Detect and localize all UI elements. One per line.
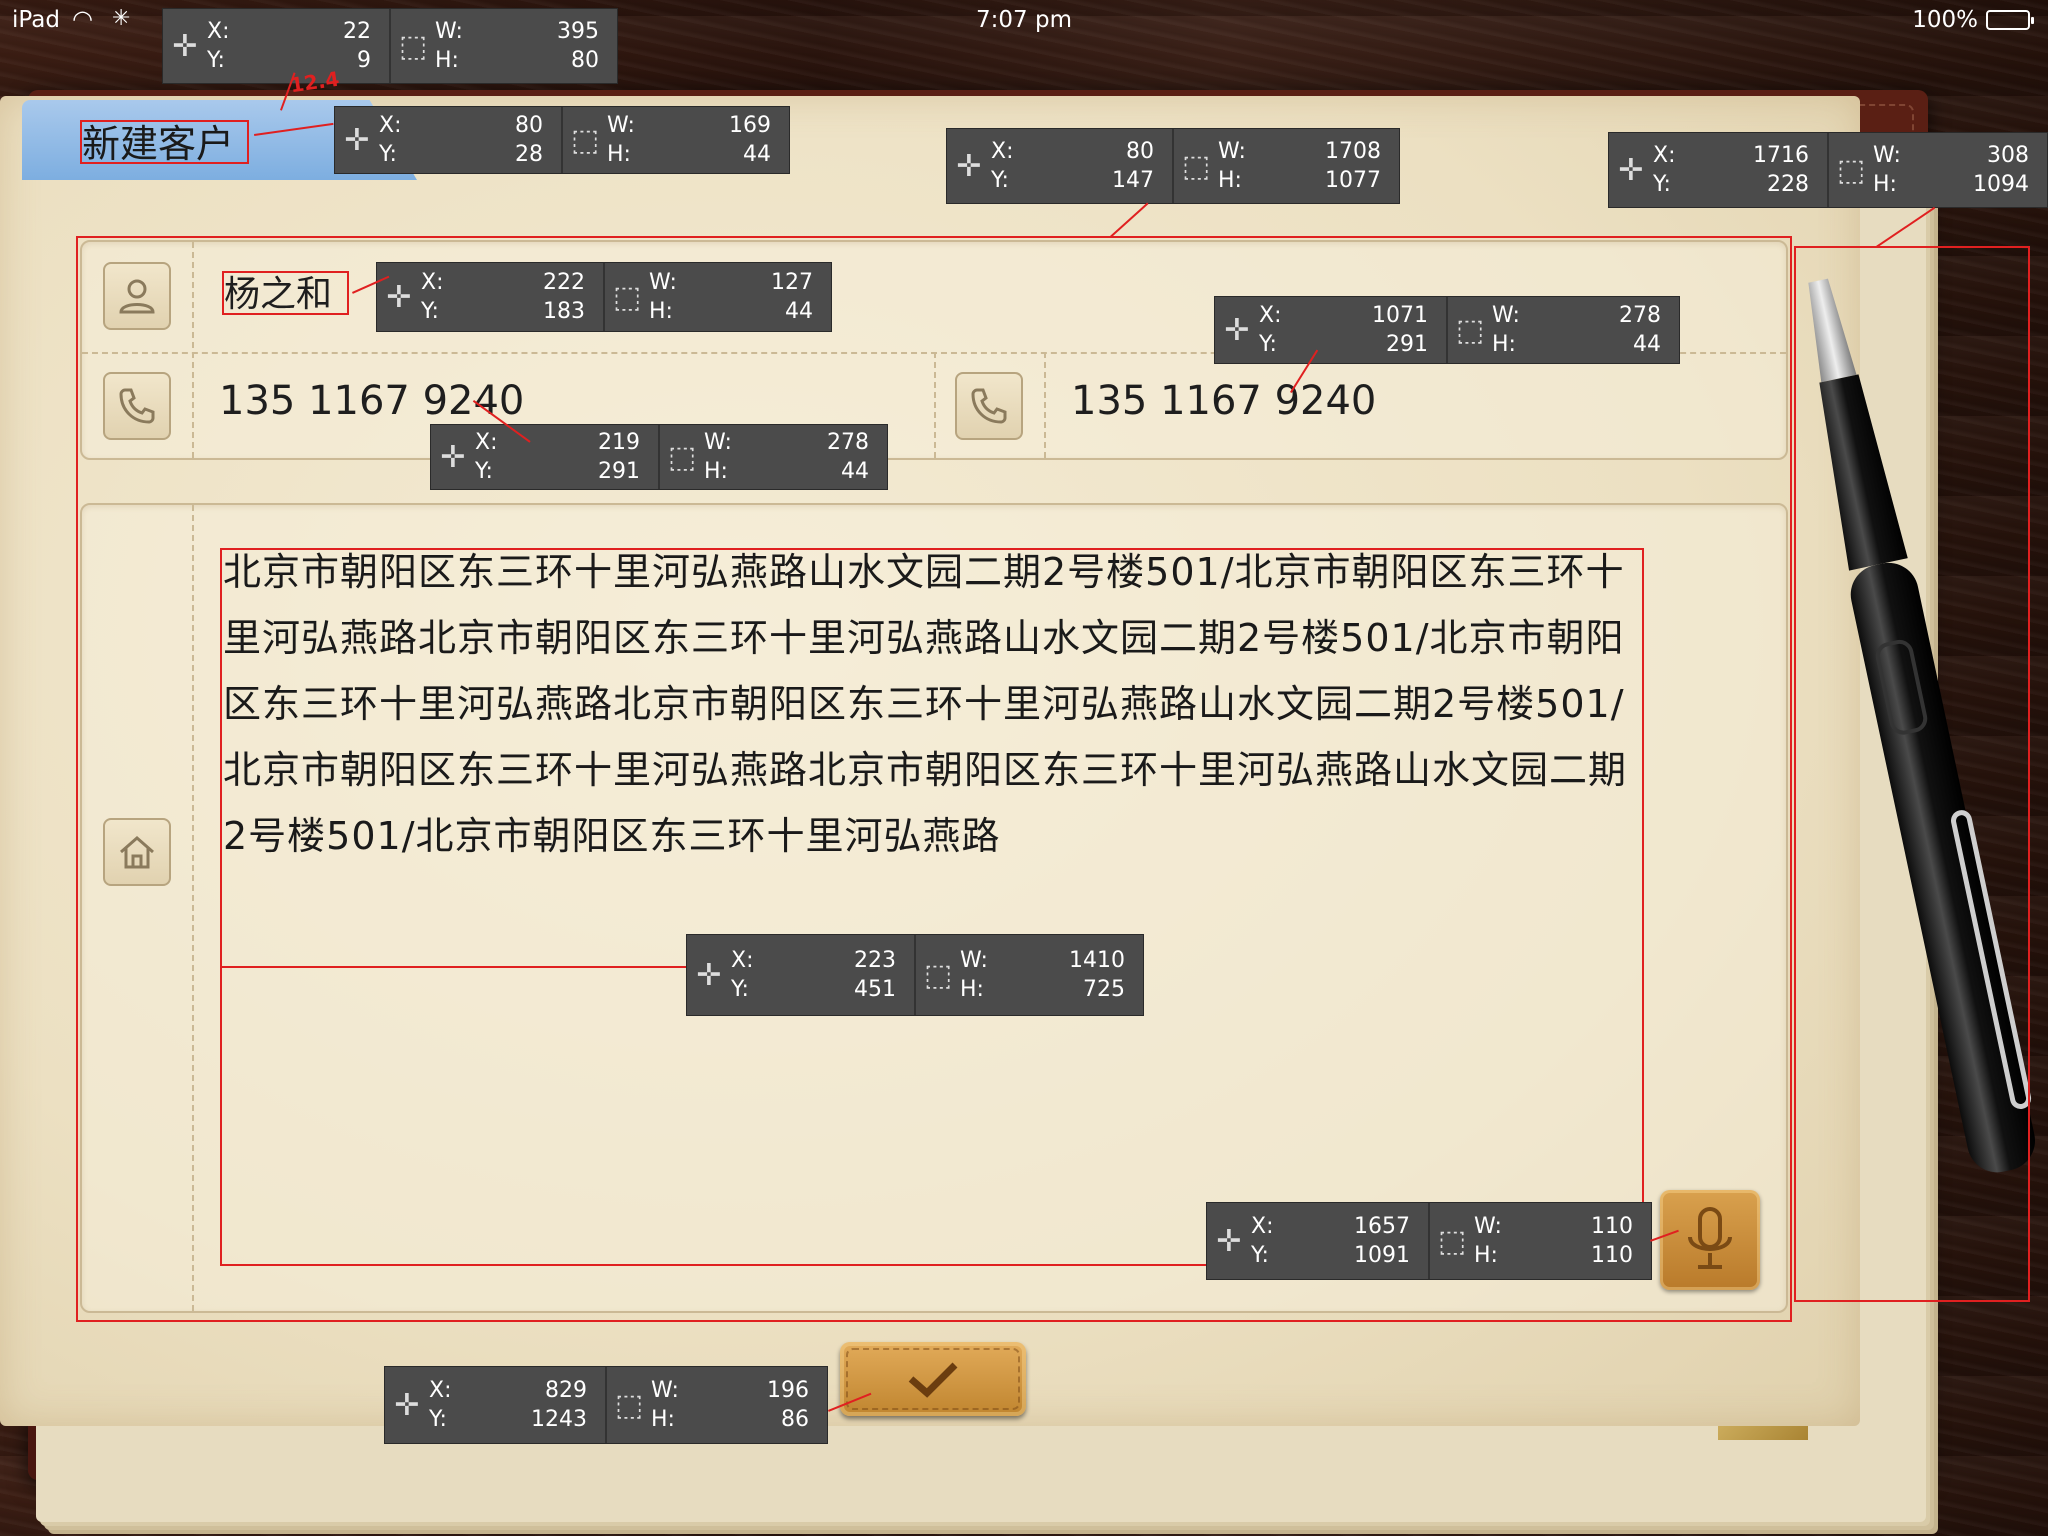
- crosshair-icon: ✛: [344, 122, 370, 158]
- resize-icon: ⬚: [923, 957, 953, 993]
- divider: [934, 352, 936, 458]
- resize-icon: ⬚: [667, 439, 697, 475]
- measurement-overlay: ✛ X: 222 Y: 183 ⬚ W: 127 H: 44: [376, 262, 832, 332]
- crosshair-icon: ✛: [1618, 152, 1644, 188]
- resize-icon: ⬚: [614, 1387, 644, 1423]
- measurement-overlay: ✛ X: 1071 Y: 291 ⬚ W: 278 H: 44: [1214, 296, 1680, 364]
- resize-icon: ⬚: [570, 122, 600, 158]
- battery-indicator: 100%: [1912, 7, 2034, 33]
- battery-percent: 100%: [1912, 7, 1978, 33]
- measurement-overlay: ✛ X: 22 Y: 9 ⬚ W: 395 H: 80: [162, 8, 618, 84]
- phone-icon: [103, 372, 171, 440]
- resize-icon: ⬚: [1455, 312, 1485, 348]
- home-icon: [103, 818, 171, 886]
- microphone-icon: [1688, 1207, 1732, 1269]
- divider: [192, 505, 194, 1311]
- resize-icon: ⬚: [1437, 1223, 1467, 1259]
- crosshair-icon: ✛: [386, 279, 412, 315]
- measurement-overlay: ✛ X: 1657 Y: 1091 ⬚ W: 110 H: 110: [1206, 1202, 1652, 1280]
- crosshair-icon: ✛: [394, 1387, 420, 1423]
- confirm-button[interactable]: [840, 1342, 1026, 1416]
- crosshair-icon: ✛: [696, 957, 722, 993]
- page-title: 新建客户: [80, 120, 249, 166]
- crosshair-icon: ✛: [956, 148, 982, 184]
- divider: [1044, 352, 1046, 458]
- guide-line: [220, 966, 710, 968]
- measurement-overlay: ✛ X: 829 Y: 1243 ⬚ W: 196 H: 86: [384, 1366, 828, 1444]
- phone-secondary-field[interactable]: 135 1167 9240: [1071, 379, 1376, 423]
- battery-icon: [1986, 10, 2034, 30]
- crosshair-icon: ✛: [1224, 312, 1250, 348]
- crosshair-icon: ✛: [172, 28, 198, 64]
- resize-icon: ⬚: [1181, 148, 1211, 184]
- measurement-overlay: ✛ X: 1716 Y: 228 ⬚ W: 308 H: 1094: [1608, 132, 2048, 208]
- crosshair-icon: ✛: [440, 439, 466, 475]
- resize-icon: ⬚: [612, 279, 642, 315]
- fountain-pen-image: [1808, 278, 2035, 1173]
- divider: [192, 242, 194, 458]
- person-icon: [103, 262, 171, 330]
- resize-icon: ⬚: [1836, 152, 1866, 188]
- measurement-overlay: ✛ X: 219 Y: 291 ⬚ W: 278 H: 44: [430, 424, 888, 490]
- address-textarea[interactable]: 北京市朝阳区东三环十里河弘燕路山水文园二期2号楼501/北京市朝阳区东三环十里河…: [223, 539, 1643, 1264]
- measurement-overlay: ✛ X: 223 Y: 451 ⬚ W: 1410 H: 725: [686, 934, 1144, 1016]
- measurement-overlay: ✛ X: 80 Y: 147 ⬚ W: 1708 H: 1077: [946, 128, 1400, 204]
- measurement-overlay: ✛ X: 80 Y: 28 ⬚ W: 169 H: 44: [334, 106, 790, 174]
- phone-icon: [955, 372, 1023, 440]
- customer-name-field[interactable]: 杨之和: [222, 271, 349, 315]
- resize-icon: ⬚: [398, 28, 428, 64]
- crosshair-icon: ✛: [1216, 1223, 1242, 1259]
- microphone-button[interactable]: [1660, 1190, 1760, 1290]
- phone-primary-field[interactable]: 135 1167 9240: [219, 379, 524, 423]
- checkmark-icon: [908, 1362, 958, 1398]
